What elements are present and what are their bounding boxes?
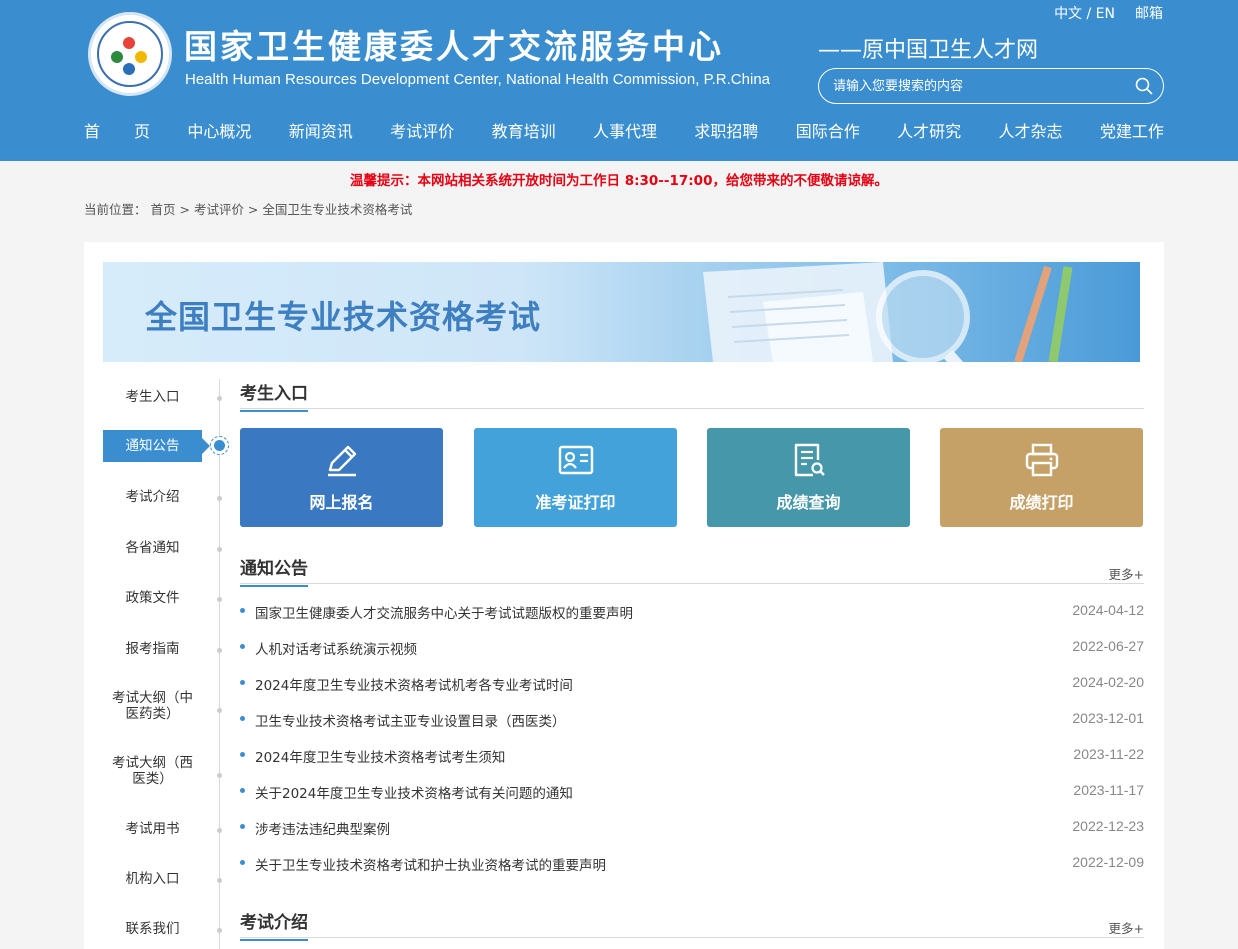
content-card: 全国卫生专业技术资格考试 考生入口 通知公告 考试介绍 各省通知 政策文件 报考… bbox=[84, 242, 1164, 949]
breadcrumb-home[interactable]: 首页 bbox=[151, 202, 176, 217]
main-nav: 首页 中心概况 新闻资讯 考试评价 教育培训 人事代理 求职招聘 国际合作 人才… bbox=[84, 118, 1164, 142]
sidebar-item-candidate-entry[interactable]: 考生入口 bbox=[103, 389, 202, 405]
nav-party[interactable]: 党建工作 bbox=[1100, 118, 1164, 142]
sidebar-item-policy[interactable]: 政策文件 bbox=[103, 590, 202, 606]
list-item[interactable]: 2024年度卫生专业技术资格考试考生须知 2023-11-22 bbox=[240, 745, 1144, 766]
site-subtitle: Health Human Resources Development Cente… bbox=[185, 71, 770, 88]
section-candidate-entry: 考生入口 bbox=[240, 379, 1144, 412]
nav-education[interactable]: 教育培训 bbox=[492, 118, 556, 142]
printer-icon bbox=[1025, 443, 1059, 477]
site-logo[interactable] bbox=[88, 12, 172, 96]
nav-magazine[interactable]: 人才杂志 bbox=[999, 118, 1063, 142]
section-notices: 通知公告 更多+ bbox=[240, 554, 1144, 587]
site-header: 国家卫生健康委人才交流服务中心 Health Human Resources D… bbox=[0, 0, 1238, 161]
sidebar-item-institution[interactable]: 机构入口 bbox=[103, 871, 202, 887]
search-icon[interactable] bbox=[1135, 77, 1153, 95]
nav-jobs[interactable]: 求职招聘 bbox=[694, 118, 758, 142]
site-slogan: ——原中国卫生人才网 bbox=[818, 38, 1039, 63]
list-item[interactable]: 卫生专业技术资格考试主亚专业设置目录（西医类） 2023-12-01 bbox=[240, 709, 1144, 730]
banner-title: 全国卫生专业技术资格考试 bbox=[145, 298, 542, 336]
score-query-button[interactable]: 成绩查询 bbox=[707, 428, 910, 527]
language-switch[interactable]: 中文 / EN bbox=[1054, 3, 1115, 23]
nav-personnel[interactable]: 人事代理 bbox=[593, 118, 657, 142]
document-search-icon bbox=[794, 443, 825, 477]
breadcrumb-section[interactable]: 考试评价 bbox=[194, 202, 244, 217]
nav-news[interactable]: 新闻资讯 bbox=[289, 118, 353, 142]
nav-international[interactable]: 国际合作 bbox=[796, 118, 860, 142]
breadcrumb-label: 当前位置： bbox=[84, 202, 147, 217]
quick-tiles: 网上报名 准考证打印 成绩查询 成绩打印 bbox=[240, 428, 1144, 527]
search-box bbox=[818, 68, 1164, 104]
breadcrumb-current: 全国卫生专业技术资格考试 bbox=[262, 202, 413, 217]
more-link[interactable]: 更多+ bbox=[1109, 564, 1144, 583]
sidebar-item-syllabus-tcm[interactable]: 考试大纲（中医药类） bbox=[103, 690, 202, 722]
active-marker bbox=[210, 436, 229, 455]
admission-ticket-button[interactable]: 准考证打印 bbox=[474, 428, 677, 527]
list-item[interactable]: 人机对话考试系统演示视频 2022-06-27 bbox=[240, 637, 1144, 658]
list-item[interactable]: 关于2024年度卫生专业技术资格考试有关问题的通知 2023-11-17 bbox=[240, 781, 1144, 802]
page-banner: 全国卫生专业技术资格考试 bbox=[103, 262, 1140, 362]
sidebar-item-notices[interactable]: 通知公告 bbox=[103, 430, 210, 462]
sidebar-item-syllabus-western[interactable]: 考试大纲（西医类） bbox=[103, 755, 202, 787]
nav-home[interactable]: 首页 bbox=[84, 118, 184, 142]
sidebar-item-books[interactable]: 考试用书 bbox=[103, 821, 202, 837]
list-item[interactable]: 涉考违法违纪典型案例 2022-12-23 bbox=[240, 817, 1144, 838]
breadcrumb: 当前位置： 首页 > 考试评价 > 全国卫生专业技术资格考试 bbox=[84, 202, 413, 217]
more-link[interactable]: 更多+ bbox=[1109, 918, 1144, 937]
sidebar-item-provincial[interactable]: 各省通知 bbox=[103, 540, 202, 556]
list-item[interactable]: 2024年度卫生专业技术资格考试机考各专业考试时间 2024-02-20 bbox=[240, 673, 1144, 694]
score-print-button[interactable]: 成绩打印 bbox=[940, 428, 1143, 527]
sidebar-item-guide[interactable]: 报考指南 bbox=[103, 641, 202, 657]
list-item[interactable]: 关于卫生专业技术资格考试和护士执业资格考试的重要声明 2022-12-09 bbox=[240, 853, 1144, 874]
id-card-icon bbox=[558, 445, 594, 475]
online-registration-button[interactable]: 网上报名 bbox=[240, 428, 443, 527]
list-item[interactable]: 国家卫生健康委人才交流服务中心关于考试试题版权的重要声明 2024-04-12 bbox=[240, 601, 1144, 622]
nav-about[interactable]: 中心概况 bbox=[187, 118, 251, 142]
search-input[interactable] bbox=[833, 76, 1123, 96]
pen-icon bbox=[328, 445, 357, 477]
sidebar-item-contact[interactable]: 联系我们 bbox=[103, 921, 202, 937]
nav-exam[interactable]: 考试评价 bbox=[390, 118, 454, 142]
section-exam-intro: 考试介绍 更多+ bbox=[240, 908, 1144, 941]
section-title: 考试介绍 bbox=[240, 908, 308, 941]
mail-link[interactable]: 邮箱 bbox=[1135, 3, 1163, 23]
nav-research[interactable]: 人才研究 bbox=[897, 118, 961, 142]
section-title: 通知公告 bbox=[240, 554, 308, 587]
site-title: 国家卫生健康委人才交流服务中心 bbox=[184, 27, 724, 66]
notice-banner: 温馨提示：本网站相关系统开放时间为工作日 8:30--17:00，给您带来的不便… bbox=[350, 173, 888, 189]
sidebar-item-exam-intro[interactable]: 考试介绍 bbox=[103, 489, 202, 505]
section-title: 考生入口 bbox=[240, 379, 308, 412]
